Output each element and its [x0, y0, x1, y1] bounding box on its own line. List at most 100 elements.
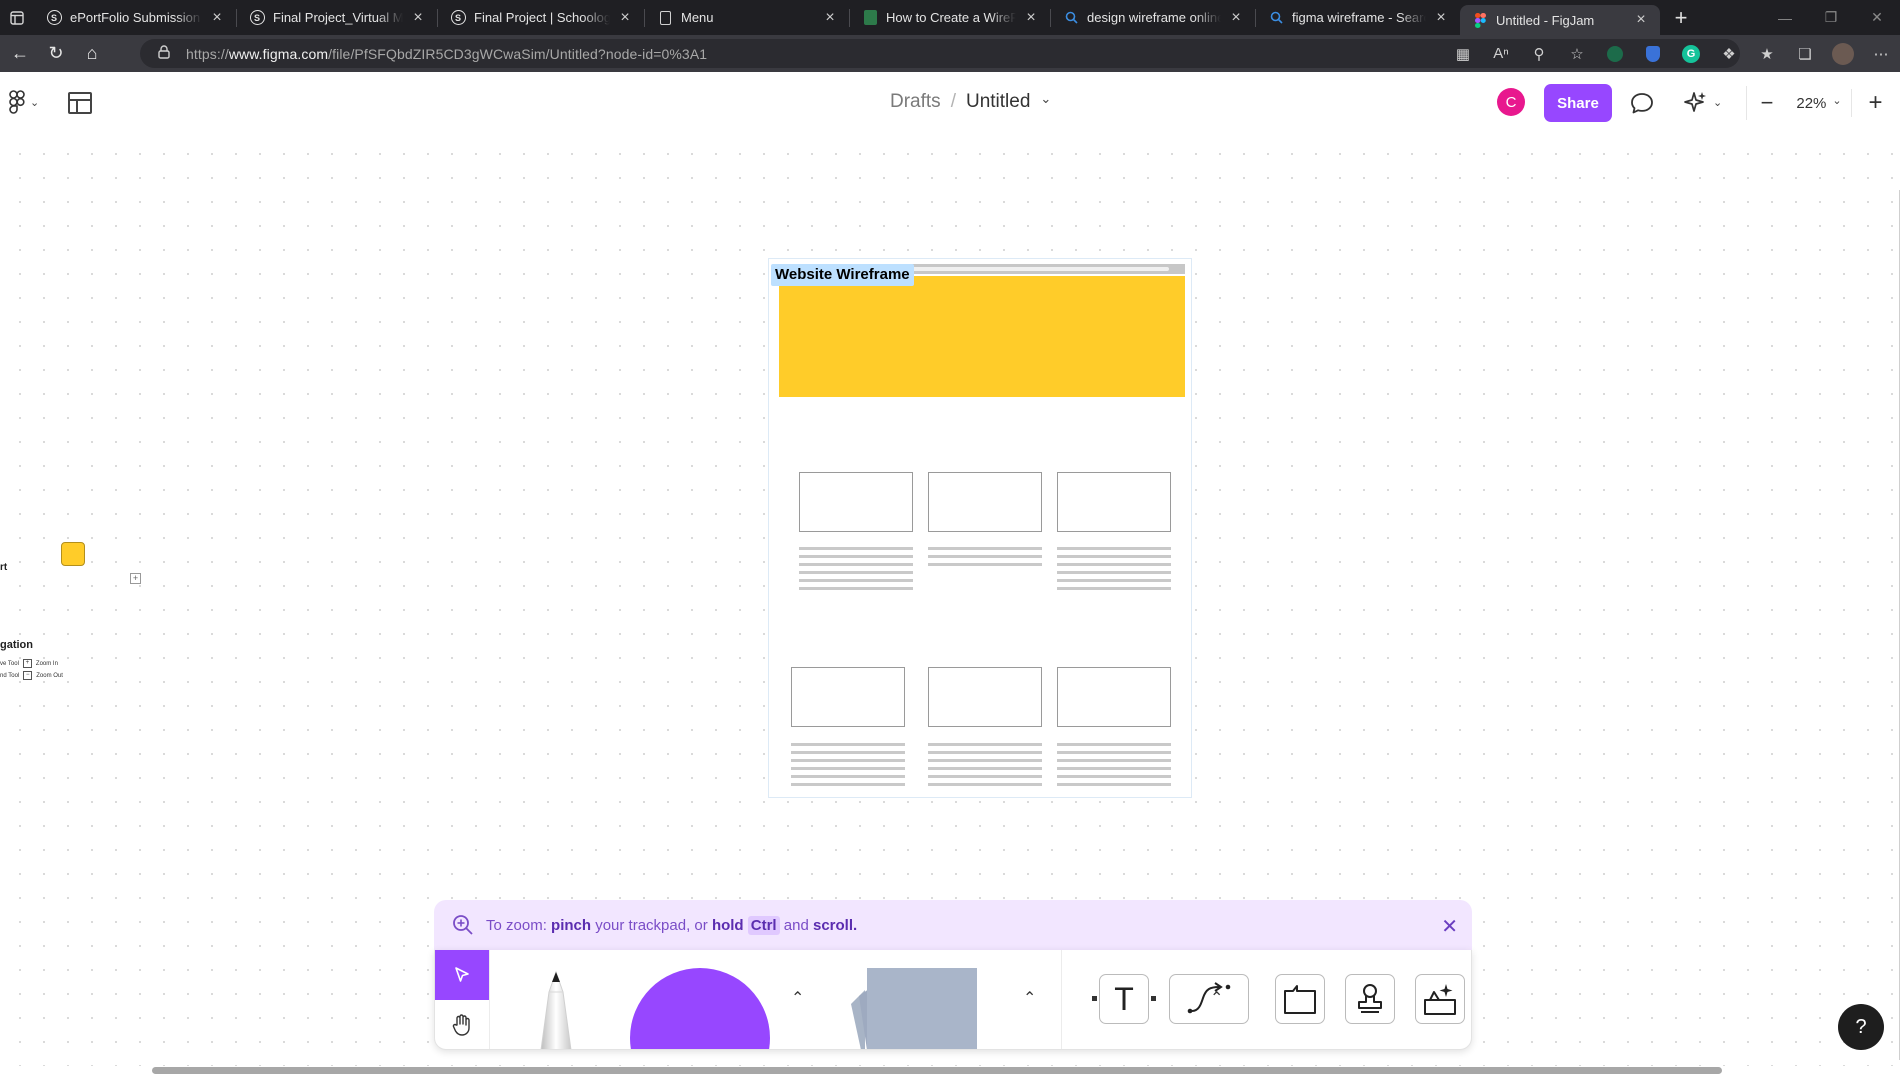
bottom-toolbar: ⌃ ⌃ T ⌃	[434, 950, 1472, 1050]
grammarly-icon[interactable]: G	[1672, 35, 1710, 72]
close-icon[interactable]: ✕	[1441, 914, 1458, 939]
stamp-tool-button[interactable]	[1345, 974, 1395, 1024]
zoom-controls: − 22% ⌄ +	[1746, 86, 1900, 120]
browser-tab[interactable]: S Final Project_Virtual Machi ×	[237, 0, 437, 35]
connector-tool-button[interactable]	[1169, 974, 1249, 1024]
read-aloud-icon[interactable]: Aⁿ	[1482, 35, 1520, 72]
horizontal-scrollbar[interactable]	[152, 1067, 1722, 1074]
app-available-icon[interactable]: ▦	[1444, 35, 1482, 72]
wireframe-card[interactable]	[928, 667, 1042, 727]
move-tool-button[interactable]	[435, 950, 489, 1000]
profile-avatar[interactable]	[1824, 35, 1862, 72]
file-name[interactable]: Untitled	[966, 91, 1030, 113]
breadcrumb-folder[interactable]: Drafts	[890, 91, 941, 113]
sticky-note-stack-icon[interactable]	[833, 968, 1003, 1050]
url-text: https://www.figma.com/file/PfSFQbdZIR5CD…	[186, 45, 708, 62]
close-tab-icon[interactable]: ×	[1022, 9, 1040, 27]
close-tab-icon[interactable]: ×	[616, 9, 634, 27]
search-icon	[1268, 10, 1284, 26]
sticky-note-swatch[interactable]	[61, 542, 85, 566]
wireframe-hero-block[interactable]	[779, 276, 1185, 397]
close-window-icon[interactable]: ✕	[1854, 0, 1900, 35]
tab-title: Final Project | Schoology	[474, 10, 610, 25]
browser-tab[interactable]: Untitled - FigJam ×	[1460, 5, 1660, 35]
widgets-icon	[1424, 984, 1456, 1015]
help-button[interactable]: ?	[1838, 1004, 1884, 1050]
browser-tab[interactable]: How to Create a WireFram ×	[850, 0, 1050, 35]
extension-shield-icon[interactable]	[1634, 35, 1672, 72]
window-controls: — ❐ ✕	[1762, 0, 1900, 35]
wireframe-text-lines	[928, 743, 1042, 791]
schoology-icon: S	[249, 10, 265, 26]
browser-tab[interactable]: figma wireframe - Search ×	[1256, 0, 1460, 35]
zoom-out-button[interactable]: −	[1747, 90, 1787, 116]
collections-icon[interactable]: ❏	[1786, 35, 1824, 72]
zoom-in-button[interactable]: +	[1851, 89, 1899, 117]
connector-icon	[1187, 982, 1231, 1014]
ai-sparkle-icon[interactable]	[1682, 90, 1708, 116]
tab-title: figma wireframe - Search	[1292, 10, 1426, 25]
browser-tab-strip: SePortFolio Submission | Sc × S Final Proje…	[0, 0, 1900, 35]
extension-green-icon[interactable]	[1596, 35, 1634, 72]
browser-tab[interactable]: design wireframe online fr ×	[1051, 0, 1255, 35]
text-tool-handle	[1092, 996, 1097, 1001]
chevron-up-icon[interactable]: ⌃	[791, 988, 804, 1008]
favorites-icon[interactable]: ★	[1748, 35, 1786, 72]
zoom-level-value: 22%	[1796, 94, 1827, 112]
main-menu-button[interactable]: ⌄	[8, 90, 39, 114]
chevron-down-icon[interactable]: ⌄	[1040, 91, 1051, 107]
chevron-down-icon[interactable]: ⌄	[1713, 96, 1722, 109]
restore-icon[interactable]: ❐	[1808, 0, 1854, 35]
minimize-icon[interactable]: —	[1762, 0, 1808, 35]
toolbar-divider	[489, 950, 490, 1049]
shape-circle-tool[interactable]	[630, 968, 770, 1049]
wireframe-card[interactable]	[791, 667, 905, 727]
site-icon	[862, 10, 878, 26]
chevron-down-icon: ⌄	[1832, 94, 1842, 107]
extensions-icon[interactable]: ❖	[1710, 35, 1748, 72]
refresh-icon[interactable]: ↻	[38, 35, 74, 72]
section-tool-button[interactable]	[1275, 974, 1325, 1024]
close-tab-icon[interactable]: ×	[1632, 11, 1650, 29]
close-tab-icon[interactable]: ×	[1432, 9, 1450, 27]
text-tool-button[interactable]: T	[1099, 974, 1149, 1024]
close-tab-icon[interactable]: ×	[821, 9, 839, 27]
frame-label[interactable]: Website Wireframe	[771, 264, 914, 286]
new-tab-button[interactable]: +	[1666, 3, 1696, 33]
home-icon[interactable]: ⌂	[74, 35, 110, 72]
add-favorite-icon[interactable]: ☆	[1558, 35, 1596, 72]
more-tools-button[interactable]	[1415, 974, 1465, 1024]
more-menu-icon[interactable]: ⋯	[1862, 35, 1900, 72]
section-icon	[1284, 985, 1316, 1014]
browser-tab[interactable]: Menu ×	[645, 0, 849, 35]
comment-icon[interactable]	[1630, 92, 1654, 114]
breadcrumb-separator: /	[950, 91, 956, 112]
layout-panel-icon[interactable]	[68, 92, 92, 114]
hand-tool-button[interactable]	[435, 1000, 489, 1049]
back-icon[interactable]: ←	[2, 35, 38, 72]
tab-actions-icon[interactable]	[0, 0, 34, 35]
hand-icon	[452, 1014, 470, 1036]
chevron-up-icon[interactable]: ⌃	[1210, 988, 1223, 1008]
close-tab-icon[interactable]: ×	[409, 9, 427, 27]
marker-pen-icon[interactable]	[527, 968, 585, 1050]
close-tab-icon[interactable]: ×	[1227, 9, 1245, 27]
wireframe-card[interactable]	[928, 472, 1042, 532]
avatar[interactable]: C	[1497, 88, 1525, 116]
share-button[interactable]: Share	[1544, 84, 1612, 122]
search-icon	[1063, 10, 1079, 26]
wireframe-card[interactable]	[799, 472, 913, 532]
wireframe-card[interactable]	[1057, 472, 1171, 532]
browser-tab[interactable]: S Final Project | Schoology ×	[438, 0, 644, 35]
wireframe-card[interactable]	[1057, 667, 1171, 727]
lock-icon[interactable]	[158, 45, 178, 62]
zoom-icon[interactable]: ⚲	[1520, 35, 1558, 72]
navigation-legend-title: gation	[0, 639, 33, 651]
chevron-up-icon[interactable]: ⌃	[1023, 988, 1036, 1008]
tab-title: Untitled - FigJam	[1496, 12, 1595, 28]
zoom-level-dropdown[interactable]: 22% ⌄	[1787, 95, 1851, 112]
close-tab-icon[interactable]: ×	[208, 9, 226, 27]
add-icon[interactable]: +	[130, 573, 141, 584]
legend-row: nd Tool − Zoom Out	[0, 671, 63, 680]
browser-tab[interactable]: SePortFolio Submission | Sc ×	[34, 0, 236, 35]
